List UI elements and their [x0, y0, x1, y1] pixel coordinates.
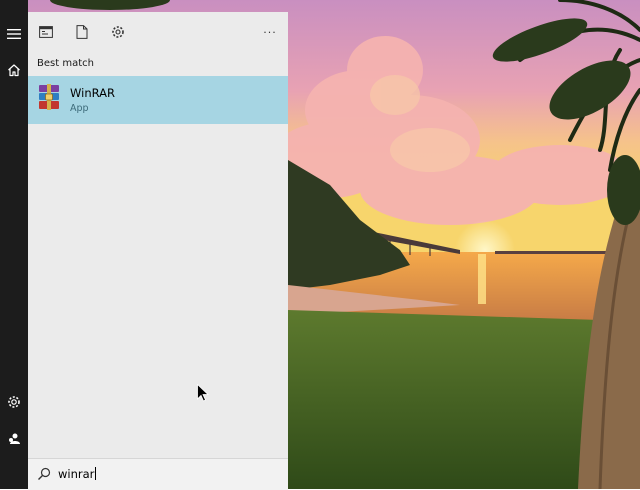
result-app-type: App: [70, 103, 89, 114]
account-icon[interactable]: [0, 424, 28, 452]
best-match-result[interactable]: WinRAR App: [28, 76, 288, 124]
search-results-panel: ··· Best match WinRAR App: [28, 12, 288, 489]
apps-filter-icon[interactable]: [34, 20, 58, 44]
search-icon: [38, 467, 51, 480]
search-input-value: winrar: [58, 467, 95, 481]
home-icon[interactable]: [0, 56, 28, 84]
settings-icon[interactable]: [0, 388, 28, 416]
settings-filter-icon[interactable]: [106, 20, 130, 44]
search-filter-toolbar: ···: [28, 12, 288, 52]
menu-icon[interactable]: [0, 20, 28, 48]
result-app-name: WinRAR: [70, 86, 115, 100]
mouse-cursor-icon: [197, 384, 209, 402]
documents-filter-icon[interactable]: [70, 20, 94, 44]
start-menu-rail: [0, 0, 28, 489]
winrar-app-icon: [36, 84, 62, 110]
best-match-heading: Best match: [37, 58, 94, 69]
text-caret: [95, 467, 97, 480]
search-box[interactable]: winrar: [28, 458, 288, 490]
more-options-button[interactable]: ···: [258, 20, 282, 44]
search-input[interactable]: winrar: [58, 467, 97, 481]
